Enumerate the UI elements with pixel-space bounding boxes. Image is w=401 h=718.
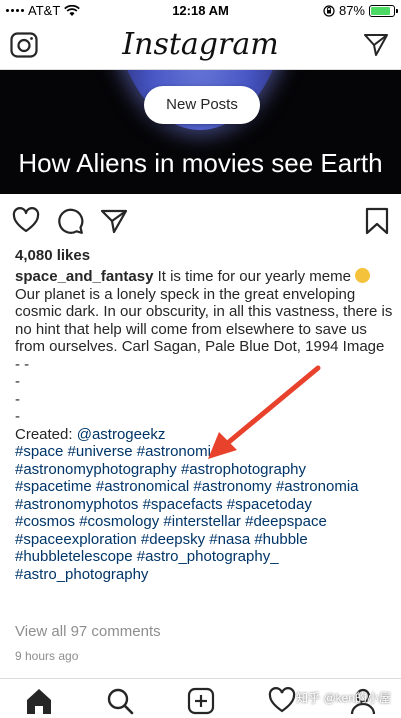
paper-plane-icon[interactable] <box>363 32 389 58</box>
share-paper-plane-icon[interactable] <box>100 207 128 235</box>
nerd-face-emoji-icon <box>355 268 371 283</box>
activity-heart-icon[interactable] <box>268 687 296 715</box>
hashtag-line[interactable]: #hubbletelescope #astro_photography_ <box>15 548 393 566</box>
rotation-lock-icon <box>323 4 335 17</box>
top-bar: Instagram <box>0 20 401 70</box>
add-post-icon[interactable] <box>187 687 215 715</box>
battery-icon <box>369 4 398 17</box>
status-bar: AT&T 12:18 AM 87% <box>0 0 401 20</box>
like-count[interactable]: 4,080 likes <box>15 247 90 264</box>
instagram-logo: Instagram <box>122 27 279 62</box>
home-icon[interactable] <box>25 687 53 715</box>
hashtag-line[interactable]: #cosmos #cosmology #interstellar #deepsp… <box>15 513 393 531</box>
battery-group: 87% <box>323 3 398 18</box>
hashtag-line[interactable]: #astro_photography <box>15 566 393 584</box>
new-posts-button[interactable]: New Posts <box>144 86 260 124</box>
post-actions <box>0 203 401 239</box>
hashtag-line[interactable]: #spaceexploration #deepsky #nasa #hubble <box>15 531 393 549</box>
watermark: 知乎 @ken的小屋 <box>296 691 391 705</box>
bottom-nav: 知乎 @ken的小屋 <box>0 678 401 718</box>
hashtag-line[interactable]: #astronomyphotos #spacefacts #spacetoday <box>15 496 393 514</box>
image-caption: How Aliens in movies see Earth <box>18 148 383 178</box>
caption-body: Our planet is a lonely speck in the grea… <box>15 285 393 356</box>
comment-icon[interactable] <box>56 207 84 235</box>
caption-text: It is time for our yearly meme <box>157 268 351 285</box>
heart-icon[interactable] <box>12 207 40 235</box>
post-image[interactable]: New Posts How Aliens in movies see Earth <box>0 70 401 194</box>
created-label: Created: <box>15 425 73 443</box>
hashtag-line[interactable]: #spacetime #astronomical #astronomy #ast… <box>15 478 393 496</box>
creator-mention-link[interactable]: @astrogeekz <box>77 426 166 443</box>
search-icon[interactable] <box>106 687 134 715</box>
view-comments-link[interactable]: View all 97 comments <box>15 623 161 640</box>
post-timestamp: 9 hours ago <box>15 649 79 663</box>
annotation-arrow-icon <box>208 365 321 459</box>
battery-percent: 87% <box>338 3 365 18</box>
post-username[interactable]: space_and_fantasy <box>15 268 153 285</box>
bookmark-icon[interactable] <box>363 207 391 235</box>
